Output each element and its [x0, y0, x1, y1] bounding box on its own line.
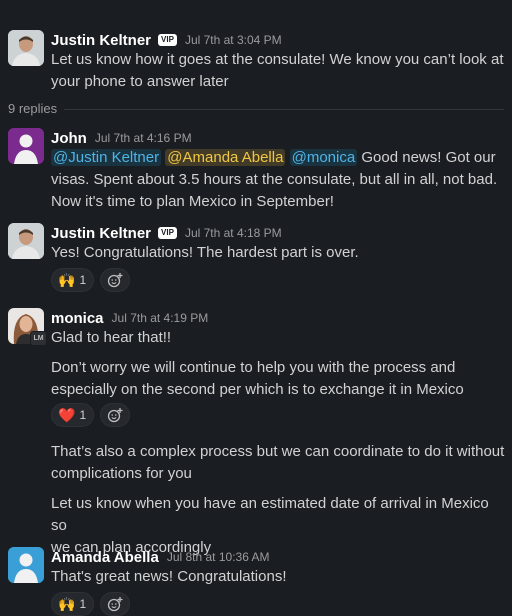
reaction-raised-hands[interactable]: 🙌 1: [51, 268, 95, 292]
author-name[interactable]: Amanda Abella: [51, 549, 159, 566]
add-reaction-button[interactable]: [100, 403, 130, 427]
message-line: @Justin Keltner @Amanda Abella @monica G…: [51, 147, 506, 169]
message-body: That's great news! Congratulations!: [51, 566, 506, 588]
message-line: Let us know how it goes at the consulate…: [51, 51, 504, 68]
message-body: @Justin Keltner @Amanda Abella @monica G…: [51, 147, 506, 213]
reaction-count: 1: [79, 273, 87, 287]
justin-avatar[interactable]: [8, 30, 44, 66]
author-name[interactable]: Justin Keltner: [51, 225, 151, 242]
message-header: John Jul 7th at 4:16 PM: [51, 128, 192, 148]
message-header: monica Jul 7th at 4:19 PM: [51, 308, 208, 328]
author-name[interactable]: John: [51, 130, 87, 147]
message-body: That’s also a complex process but we can…: [51, 441, 506, 485]
message-body: Don’t worry we will continue to help you…: [51, 357, 506, 401]
timestamp[interactable]: Jul 7th at 3:04 PM: [185, 33, 282, 47]
justin-avatar[interactable]: [8, 223, 44, 259]
heart-emoji: ❤️: [58, 407, 76, 423]
message-text: Good news! Got our: [361, 149, 496, 166]
message-body: Yes! Congratulations! The hardest part i…: [51, 242, 506, 264]
mention-justin[interactable]: @Justin Keltner: [51, 149, 162, 166]
reply-divider: [64, 109, 504, 110]
message-line: complications for you: [51, 465, 192, 482]
add-reaction-icon: [107, 597, 123, 612]
message-header: Justin Keltner VIP Jul 7th at 3:04 PM: [51, 30, 282, 50]
message-body: Glad to hear that!!: [51, 327, 506, 349]
reaction-raised-hands[interactable]: 🙌 1: [51, 592, 95, 616]
message-line: visas. Spent about 3.5 hours at the cons…: [51, 171, 498, 188]
reaction-count: 1: [79, 597, 87, 611]
timestamp[interactable]: Jul 7th at 4:16 PM: [95, 131, 192, 145]
message-line: That’s also a complex process but we can…: [51, 443, 505, 460]
message-line: That's great news! Congratulations!: [51, 568, 287, 585]
add-reaction-button[interactable]: [100, 268, 130, 292]
message-body: Let us know how it goes at the consulate…: [51, 49, 506, 93]
message-line: Let us know when you have an estimated d…: [51, 495, 489, 534]
message-line: your phone to answer later: [51, 73, 229, 90]
vip-badge: VIP: [158, 227, 177, 239]
raised-hands-emoji: 🙌: [58, 272, 76, 288]
add-reaction-icon: [107, 273, 123, 288]
add-reaction-button[interactable]: [100, 592, 130, 616]
reply-count: 9 replies: [8, 101, 58, 116]
user-initials-badge: LM: [30, 331, 47, 346]
amanda-avatar[interactable]: [8, 547, 44, 583]
message-header: Amanda Abella Jul 8th at 10:36 AM: [51, 547, 270, 567]
timestamp[interactable]: Jul 8th at 10:36 AM: [167, 550, 270, 564]
vip-badge: VIP: [158, 34, 177, 46]
message-line: Don’t worry we will continue to help you…: [51, 359, 456, 376]
john-avatar[interactable]: [8, 128, 44, 164]
raised-hands-emoji: 🙌: [58, 596, 76, 612]
mention-monica[interactable]: @monica: [289, 149, 358, 166]
message-line: Now it's time to plan Mexico in Septembe…: [51, 193, 334, 210]
timestamp[interactable]: Jul 7th at 4:19 PM: [112, 311, 209, 325]
author-name[interactable]: monica: [51, 310, 104, 327]
reaction-heart[interactable]: ❤️ 1: [51, 403, 95, 427]
message-line: Glad to hear that!!: [51, 329, 172, 346]
message-line: Yes! Congratulations! The hardest part i…: [51, 244, 359, 261]
message-header: Justin Keltner VIP Jul 7th at 4:18 PM: [51, 223, 282, 243]
message-line: especially on the second per which is to…: [51, 381, 464, 398]
add-reaction-icon: [107, 408, 123, 423]
reaction-count: 1: [79, 408, 87, 422]
timestamp[interactable]: Jul 7th at 4:18 PM: [185, 226, 282, 240]
author-name[interactable]: Justin Keltner: [51, 32, 151, 49]
mention-amanda[interactable]: @Amanda Abella: [165, 149, 286, 166]
